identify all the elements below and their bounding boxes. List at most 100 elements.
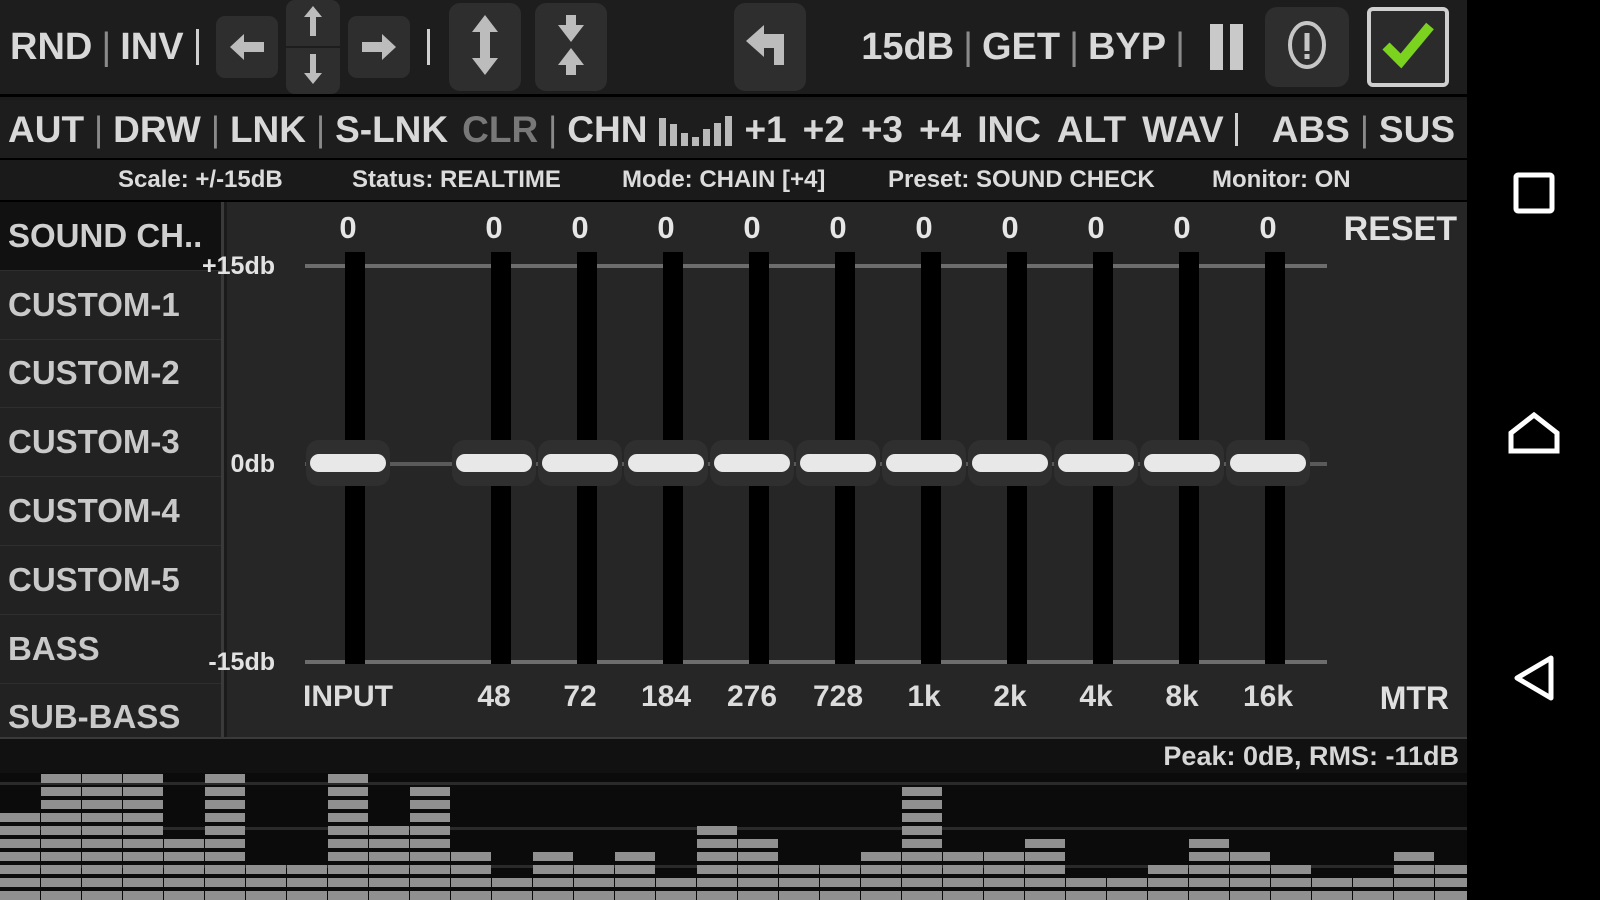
plus3-button[interactable]: +3 [861, 111, 903, 148]
undo-button[interactable] [734, 3, 806, 91]
sus-button[interactable]: SUS [1379, 111, 1455, 148]
sidebar-item-sub-bass[interactable]: SUB-BASS [0, 684, 221, 737]
plus1-button[interactable]: +1 [744, 111, 786, 148]
spectrum-segment [492, 878, 532, 887]
spectrum-segment [902, 865, 942, 874]
warning-button[interactable] [1265, 7, 1349, 87]
spectrum-segment [533, 865, 573, 874]
sidebar-item-label: BASS [8, 630, 100, 668]
alt-button[interactable]: ALT [1057, 111, 1126, 148]
sidebar-item-custom-5[interactable]: CUSTOM-5 [0, 546, 221, 615]
spectrum-segment [328, 839, 368, 848]
spectrum-segment [902, 852, 942, 861]
arrow-left-button[interactable] [216, 16, 278, 78]
spectrum-segment [1025, 878, 1065, 887]
eq-band-slider-thumb[interactable] [624, 440, 708, 486]
spectrum-segment [246, 865, 286, 874]
spectrum-segment [123, 852, 163, 861]
db-scale-button[interactable]: 15dB [861, 28, 954, 66]
spectrum-segment [410, 800, 450, 809]
eq-band-slider-thumb[interactable] [968, 440, 1052, 486]
eq-thumb-grip [1144, 454, 1220, 472]
recents-button[interactable] [1467, 150, 1600, 240]
spectrum-segment [984, 852, 1024, 861]
eq-band-slider-thumb[interactable] [1054, 440, 1138, 486]
spectrum-segment [164, 878, 204, 887]
spectrum-segment [451, 891, 491, 900]
spectrum-segment [697, 852, 737, 861]
aut-button[interactable]: AUT [8, 111, 84, 148]
spectrum-segment [205, 787, 245, 796]
signal-bar-0 [659, 118, 666, 146]
spectrum-segment [615, 878, 655, 887]
byp-button[interactable]: BYP [1088, 28, 1166, 66]
eq-band-freq-label: 1k [875, 680, 973, 714]
spectrum-segment [1312, 878, 1352, 887]
spectrum-segment [123, 865, 163, 874]
spectrum-segment [0, 813, 40, 822]
spectrum-segment [779, 891, 819, 900]
status-preset: Preset: SOUND CHECK [888, 166, 1155, 194]
mtr-button[interactable]: MTR [1380, 680, 1449, 717]
eq-band-slider-thumb[interactable] [538, 440, 622, 486]
home-button[interactable] [1467, 390, 1600, 480]
eq-band-slider-thumb[interactable] [452, 440, 536, 486]
top-toolbar: RND | INV [0, 0, 1467, 97]
abs-button[interactable]: ABS [1272, 111, 1350, 148]
spectrum-segment [779, 878, 819, 887]
plus4-button[interactable]: +4 [919, 111, 961, 148]
confirm-button[interactable] [1367, 7, 1449, 87]
reset-button[interactable]: RESET [1344, 210, 1457, 249]
spectrum-segment [41, 839, 81, 848]
sidebar-item-custom-1[interactable]: CUSTOM-1 [0, 271, 221, 340]
spectrum-segment [82, 774, 122, 783]
spectrum-segment [1066, 891, 1106, 900]
spectrum-segment [82, 787, 122, 796]
arrow-down-button[interactable] [286, 48, 340, 94]
inv-button[interactable]: INV [120, 28, 183, 66]
pause-button[interactable] [1210, 24, 1243, 70]
wav-button[interactable]: WAV [1142, 111, 1224, 148]
spectrum-segment [1066, 878, 1106, 887]
eq-band-slider-thumb[interactable] [1140, 440, 1224, 486]
collapse-vertical-button[interactable] [535, 3, 607, 91]
spectrum-segment [410, 839, 450, 848]
rnd-button[interactable]: RND [10, 28, 92, 66]
eq-band-value: 0 [623, 210, 709, 246]
plus2-button[interactable]: +2 [803, 111, 845, 148]
get-button[interactable]: GET [982, 28, 1060, 66]
spectrum-segment [697, 891, 737, 900]
toolbar-divider-2 [427, 29, 430, 65]
drw-button[interactable]: DRW [113, 111, 201, 148]
lnk-button[interactable]: LNK [230, 111, 306, 148]
spectrum-segment [205, 878, 245, 887]
arrow-right-button[interactable] [348, 16, 410, 78]
sidebar-item-custom-4[interactable]: CUSTOM-4 [0, 477, 221, 546]
eq-band-184: 0184 [623, 202, 709, 737]
spectrum-segment [0, 826, 40, 835]
back-button[interactable] [1467, 635, 1600, 725]
eq-band-slider-thumb[interactable] [882, 440, 966, 486]
sidebar-item-custom-2[interactable]: CUSTOM-2 [0, 340, 221, 409]
chn-button[interactable]: CHN [567, 111, 647, 148]
spectrum-segment [82, 865, 122, 874]
expand-vertical-button[interactable] [449, 3, 521, 91]
eq-band-freq-label: INPUT [299, 680, 397, 714]
spectrum-segment [861, 891, 901, 900]
arrow-up-button[interactable] [286, 0, 340, 46]
clr-button[interactable]: CLR [462, 111, 538, 148]
spectrum-segment [820, 891, 860, 900]
eq-thumb-grip [310, 454, 386, 472]
axis-label-mid: 0db [135, 450, 275, 479]
eq-thumb-grip [800, 454, 876, 472]
eq-band-slider-thumb[interactable] [306, 440, 390, 486]
spectrum-segment [615, 865, 655, 874]
spectrum-segment [205, 839, 245, 848]
exclamation-circle-icon [1282, 20, 1332, 75]
eq-band-slider-thumb[interactable] [710, 440, 794, 486]
eq-band-slider-thumb[interactable] [1226, 440, 1310, 486]
s-lnk-button[interactable]: S-LNK [335, 111, 448, 148]
eq-band-slider-thumb[interactable] [796, 440, 880, 486]
eq-thumb-grip [542, 454, 618, 472]
inc-button[interactable]: INC [977, 111, 1041, 148]
